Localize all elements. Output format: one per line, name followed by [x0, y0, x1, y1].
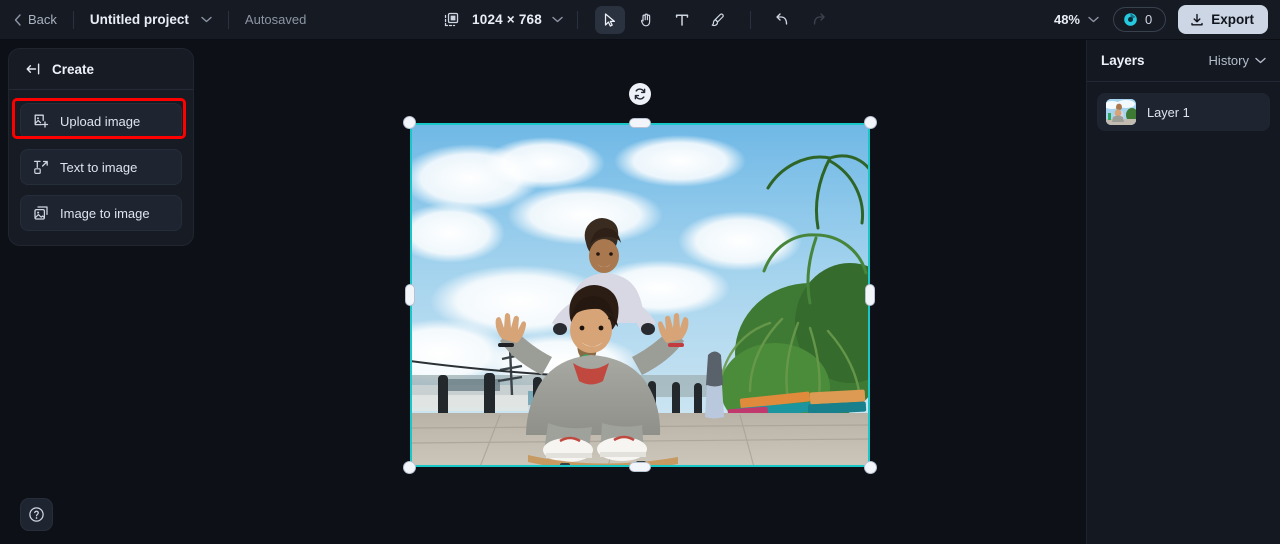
create-sidebar: Create Upload image Text to image Image …	[8, 48, 194, 246]
resize-handle-bottom[interactable]	[629, 462, 651, 472]
export-button[interactable]: Export	[1178, 5, 1268, 34]
credits-count: 0	[1145, 12, 1153, 27]
question-mark-icon	[28, 506, 45, 523]
top-bar-right: 48% 0 Export	[1054, 0, 1268, 40]
history-label: History	[1208, 53, 1249, 68]
resize-handle-right[interactable]	[865, 284, 875, 306]
canvas-area[interactable]	[194, 40, 1086, 544]
layers-panel-header: Layers History	[1087, 40, 1280, 82]
canvas-size-icon[interactable]	[443, 11, 460, 28]
image-editor-app: Back Untitled project Autosaved 1024 × 7…	[0, 0, 1280, 544]
resize-handle-left[interactable]	[405, 284, 415, 306]
canvas-dimensions[interactable]: 1024 × 768	[472, 12, 542, 27]
sidebar-item-label: Text to image	[60, 159, 138, 175]
brush-tool-button[interactable]	[703, 6, 733, 34]
selected-image-object[interactable]	[403, 83, 877, 474]
resize-handle-bottom-right[interactable]	[864, 461, 877, 474]
help-button[interactable]	[20, 498, 53, 531]
chevron-down-icon[interactable]	[201, 16, 212, 23]
back-label: Back	[28, 12, 57, 27]
text-tool-button[interactable]	[667, 6, 697, 34]
chevron-down-icon[interactable]	[552, 16, 563, 23]
rotate-handle[interactable]	[629, 83, 651, 105]
chevron-left-icon	[14, 13, 21, 26]
chevron-down-icon	[1255, 57, 1266, 64]
divider	[72, 10, 74, 29]
layers-panel: Layers History Layer 1	[1086, 40, 1280, 544]
sidebar-header: Create	[9, 49, 193, 90]
credit-coin-icon	[1123, 12, 1138, 27]
sidebar-item-upload-image[interactable]: Upload image	[20, 103, 182, 139]
layer-item[interactable]: Layer 1	[1097, 93, 1270, 131]
project-name[interactable]: Untitled project	[90, 12, 189, 27]
hand-tool-button[interactable]	[631, 6, 661, 34]
sidebar-item-text-to-image[interactable]: Text to image	[20, 149, 182, 185]
divider	[227, 10, 229, 29]
upload-image-icon	[33, 113, 49, 129]
top-bar-center: 1024 × 768	[443, 0, 837, 40]
sidebar-item-label: Image to image	[60, 205, 150, 221]
history-tab[interactable]: History	[1209, 53, 1266, 68]
resize-handle-top-right[interactable]	[864, 116, 877, 129]
sidebar-item-image-to-image[interactable]: Image to image	[20, 195, 182, 231]
divider	[576, 10, 578, 29]
sidebar-item-label: Upload image	[60, 113, 141, 129]
resize-handle-top-left[interactable]	[403, 116, 416, 129]
autosave-status: Autosaved	[244, 12, 307, 27]
redo-button[interactable]	[804, 6, 834, 34]
chevron-down-icon[interactable]	[1088, 16, 1099, 23]
layer-name: Layer 1	[1147, 104, 1190, 120]
image-to-image-icon	[33, 205, 49, 221]
select-tool-button[interactable]	[594, 5, 625, 34]
undo-button[interactable]	[768, 6, 798, 34]
resize-handle-bottom-left[interactable]	[403, 461, 416, 474]
back-button[interactable]: Back	[14, 12, 57, 27]
resize-handle-top[interactable]	[629, 118, 651, 128]
layers-title: Layers	[1101, 53, 1145, 68]
zoom-level[interactable]: 48%	[1054, 12, 1080, 27]
top-bar: Back Untitled project Autosaved 1024 × 7…	[0, 0, 1280, 40]
sidebar-title: Create	[52, 61, 95, 77]
text-to-image-icon	[33, 159, 49, 175]
credits-badge[interactable]: 0	[1113, 7, 1167, 32]
divider	[749, 10, 751, 29]
export-label: Export	[1211, 12, 1254, 27]
sidebar-items: Upload image Text to image Image to imag…	[9, 90, 193, 231]
top-bar-left: Back Untitled project Autosaved	[0, 0, 306, 40]
layer-thumbnail	[1106, 99, 1136, 125]
download-icon	[1190, 13, 1204, 27]
photo-content	[410, 123, 870, 467]
collapse-panel-icon[interactable]	[25, 62, 42, 76]
